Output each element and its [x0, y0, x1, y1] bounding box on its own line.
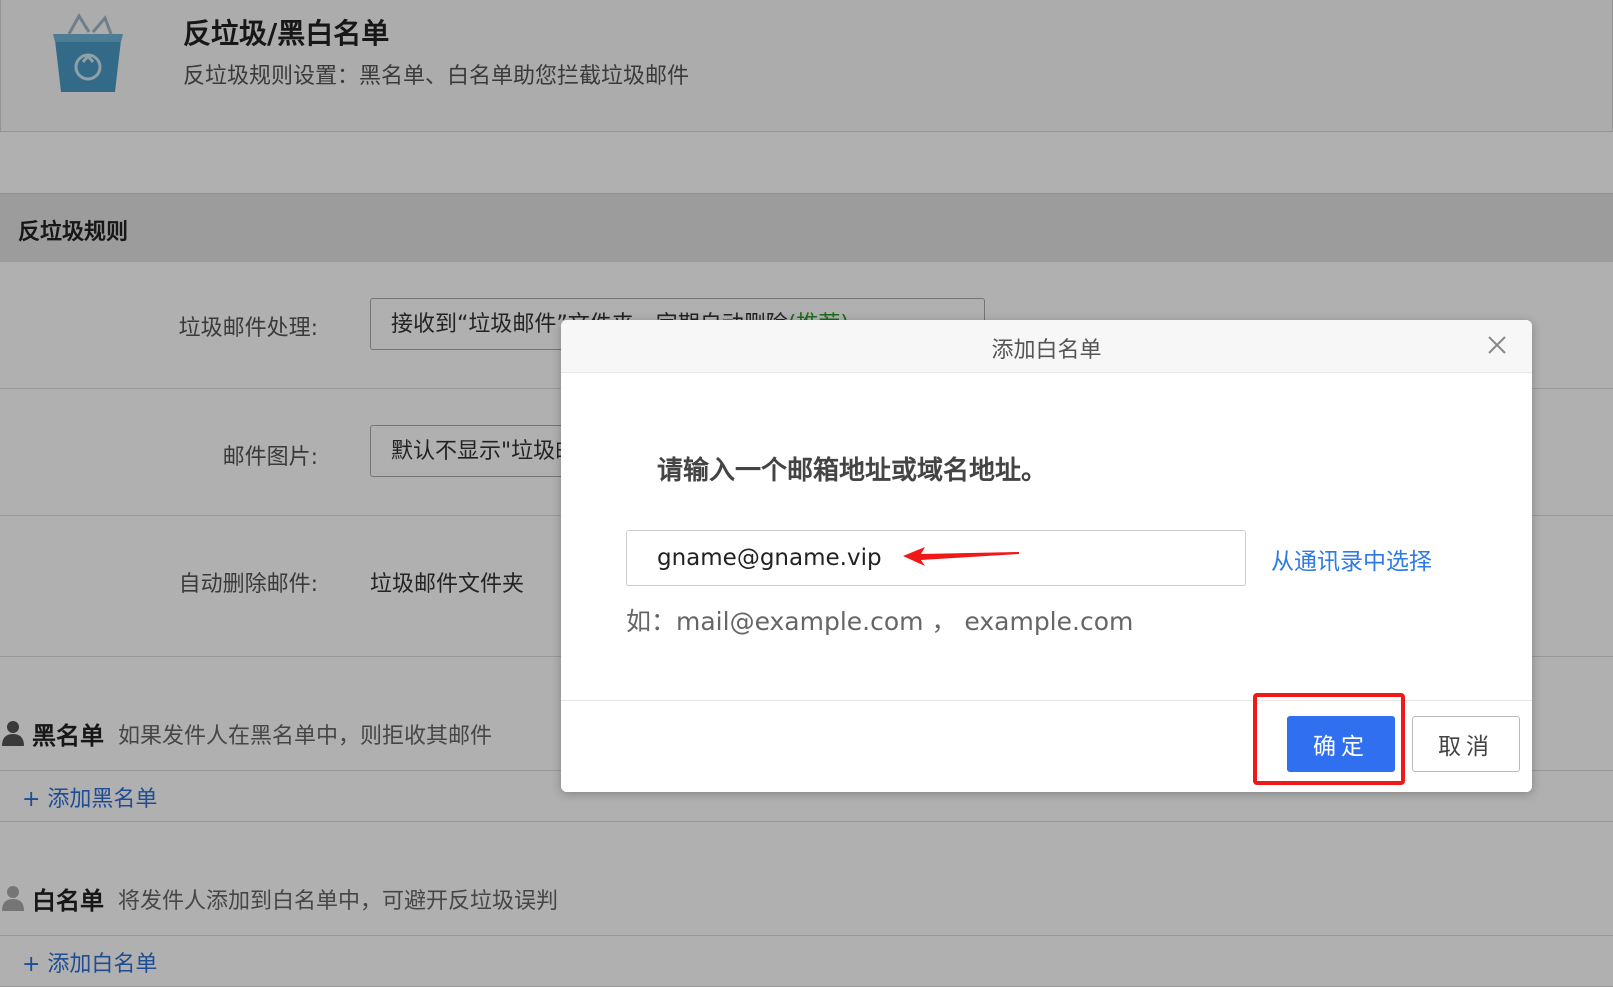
- example-hint: 如：mail@example.com ， example.com: [626, 607, 1134, 636]
- dialog-prompt: 请输入一个邮箱地址或域名地址。: [657, 456, 1048, 486]
- close-icon[interactable]: [1484, 332, 1510, 358]
- confirm-highlight-annotation: [1253, 693, 1405, 785]
- pick-from-contacts-link[interactable]: 从通讯录中选择: [1271, 542, 1432, 576]
- dialog-title: 添加白名单: [991, 338, 1102, 363]
- red-arrow-annotation: [903, 547, 1019, 566]
- cancel-button[interactable]: 取消: [1412, 716, 1520, 772]
